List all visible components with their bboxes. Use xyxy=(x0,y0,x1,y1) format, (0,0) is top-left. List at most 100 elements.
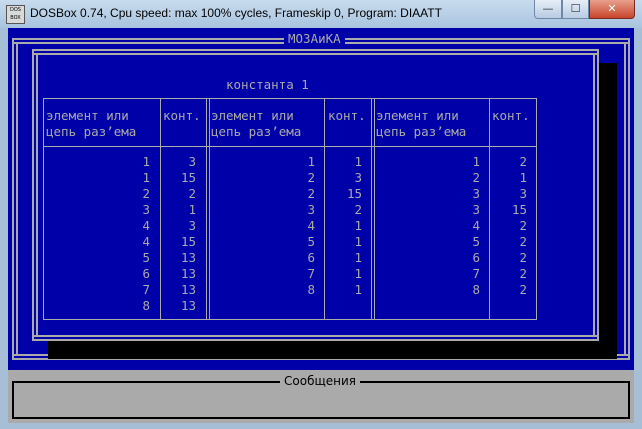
close-button[interactable]: ✕ xyxy=(589,0,635,19)
frame-line xyxy=(32,49,34,341)
table-border xyxy=(160,98,161,320)
contact-cell: 1 xyxy=(354,234,362,249)
element-cell: 6 xyxy=(142,266,150,281)
contact-cell: 2 xyxy=(519,250,527,265)
element-cell: 3 xyxy=(307,202,315,217)
element-cell: 3 xyxy=(472,186,480,201)
frame-line xyxy=(16,42,18,356)
table-border xyxy=(536,98,537,320)
contact-cell: 2 xyxy=(519,282,527,297)
element-cell: 3 xyxy=(472,202,480,217)
element-cell: 1 xyxy=(307,154,315,169)
frame-line xyxy=(628,381,630,419)
element-cell: 3 xyxy=(142,202,150,217)
contact-cell: 13 xyxy=(180,266,196,281)
column-header-element: элемент или xyxy=(211,108,294,123)
constant-title: константа 1 xyxy=(226,77,309,92)
contact-cell: 15 xyxy=(346,186,362,201)
element-cell: 1 xyxy=(472,154,480,169)
contact-cell: 1 xyxy=(188,202,196,217)
element-cell: 4 xyxy=(142,218,150,233)
frame-line xyxy=(624,42,626,356)
window-title: DOSBox 0.74, Cpu speed: max 100% cycles,… xyxy=(30,6,442,20)
contact-cell: 2 xyxy=(519,234,527,249)
contact-cell: 15 xyxy=(511,202,527,217)
messages-title: Сообщения xyxy=(280,374,361,388)
column-header-element: цепь раз’ема xyxy=(211,124,302,139)
contact-cell: 2 xyxy=(188,186,196,201)
column-header-contact: конт. xyxy=(328,108,366,123)
mosaic-panel: МОЗАиКА константа 1 элемент или цепь раз… xyxy=(8,28,634,370)
table-border xyxy=(206,98,207,320)
element-cell: 2 xyxy=(472,170,480,185)
contact-cell: 3 xyxy=(188,154,196,169)
element-cell: 5 xyxy=(142,250,150,265)
contact-cell: 15 xyxy=(180,170,196,185)
element-cell: 5 xyxy=(472,234,480,249)
contact-cell: 3 xyxy=(354,170,362,185)
element-cell: 7 xyxy=(142,282,150,297)
contact-cell: 2 xyxy=(519,266,527,281)
contact-cell: 3 xyxy=(519,186,527,201)
column-header-element: цепь раз’ема xyxy=(46,124,137,139)
frame-line xyxy=(32,339,599,341)
contact-cell: 1 xyxy=(354,250,362,265)
element-cell: 7 xyxy=(472,266,480,281)
contact-cell: 1 xyxy=(354,266,362,281)
frame-line xyxy=(32,49,599,51)
maximize-button[interactable]: ☐ xyxy=(562,0,589,19)
frame-line xyxy=(32,53,599,55)
column-header-contact: конт. xyxy=(492,108,530,123)
contact-cell: 2 xyxy=(519,218,527,233)
element-cell: 6 xyxy=(472,250,480,265)
table-border xyxy=(43,98,537,99)
contact-cell: 13 xyxy=(180,250,196,265)
element-cell: 2 xyxy=(307,186,315,201)
element-cell: 8 xyxy=(307,282,315,297)
contact-cell: 1 xyxy=(354,218,362,233)
column-header-contact: конт. xyxy=(163,108,201,123)
frame-line xyxy=(36,53,38,337)
frame-line xyxy=(12,38,14,360)
table-border xyxy=(209,98,210,320)
contact-cell: 13 xyxy=(180,282,196,297)
column-header-element: цепь раз’ема xyxy=(376,124,467,139)
element-cell: 2 xyxy=(307,170,315,185)
element-cell: 7 xyxy=(307,266,315,281)
contact-cell: 1 xyxy=(354,282,362,297)
dialog-shadow xyxy=(48,341,617,359)
contact-cell: 2 xyxy=(519,154,527,169)
column-header-element: элемент или xyxy=(46,108,129,123)
contact-cell: 2 xyxy=(354,202,362,217)
frame-line xyxy=(597,49,599,341)
column-header-element: элемент или xyxy=(376,108,459,123)
contact-cell: 13 xyxy=(180,298,196,313)
contact-cell: 1 xyxy=(519,170,527,185)
table-border xyxy=(43,98,44,320)
table-border xyxy=(324,98,325,320)
minimize-button[interactable]: — xyxy=(534,0,562,19)
table-border xyxy=(489,98,490,320)
element-cell: 4 xyxy=(142,234,150,249)
element-cell: 8 xyxy=(142,298,150,313)
element-cell: 2 xyxy=(142,186,150,201)
panel-title: МОЗАиКА xyxy=(284,32,345,46)
table-border xyxy=(374,98,375,320)
frame-line xyxy=(593,53,595,337)
element-cell: 6 xyxy=(307,250,315,265)
dosbox-app-icon[interactable]: DOS BOX xyxy=(6,5,25,24)
frame-line xyxy=(12,381,14,419)
element-cell: 5 xyxy=(307,234,315,249)
dos-screen[interactable]: МОЗАиКА константа 1 элемент или цепь раз… xyxy=(8,28,634,423)
element-cell: 4 xyxy=(472,218,480,233)
element-cell: 8 xyxy=(472,282,480,297)
element-cell: 1 xyxy=(142,154,150,169)
contact-cell: 3 xyxy=(188,218,196,233)
frame-line xyxy=(32,335,599,337)
element-cell: 1 xyxy=(142,170,150,185)
element-cell: 4 xyxy=(307,218,315,233)
table-border xyxy=(371,98,372,320)
table-border xyxy=(43,146,537,147)
dialog-shadow xyxy=(599,63,617,359)
frame-line xyxy=(12,417,630,419)
